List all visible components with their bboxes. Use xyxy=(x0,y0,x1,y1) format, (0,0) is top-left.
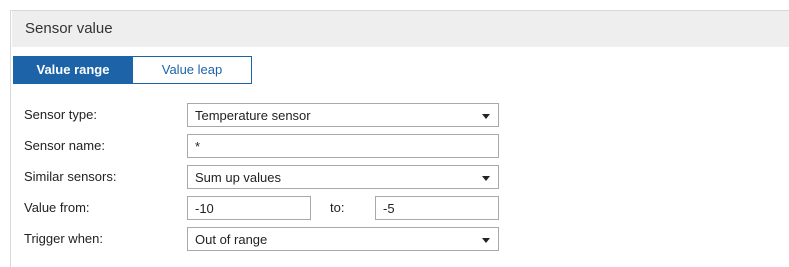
value-from-input[interactable]: -10 xyxy=(187,196,311,220)
similar-sensors-value: Sum up values xyxy=(195,170,281,185)
tab-value-range[interactable]: Value range xyxy=(13,56,133,84)
tab-value-leap[interactable]: Value leap xyxy=(132,56,252,84)
sensor-name-label: Sensor name: xyxy=(24,138,105,153)
chevron-down-icon xyxy=(482,114,490,119)
value-from-label: Value from: xyxy=(24,200,90,215)
value-to-label: to: xyxy=(330,200,345,215)
trigger-when-value: Out of range xyxy=(195,232,268,247)
value-to-value: -5 xyxy=(383,201,395,216)
chevron-down-icon xyxy=(482,176,490,181)
trigger-when-label: Trigger when: xyxy=(24,231,103,246)
sensor-name-input[interactable]: * xyxy=(187,134,499,158)
sensor-type-value: Temperature sensor xyxy=(195,108,311,123)
sensor-type-label: Sensor type: xyxy=(24,107,97,122)
similar-sensors-label: Similar sensors: xyxy=(24,169,117,184)
value-from-value: -10 xyxy=(195,201,214,216)
sensor-name-value: * xyxy=(195,139,201,154)
chevron-down-icon xyxy=(482,238,490,243)
panel-header: Sensor value xyxy=(12,11,789,47)
trigger-when-select[interactable]: Out of range xyxy=(187,227,499,251)
sensor-type-select[interactable]: Temperature sensor xyxy=(187,103,499,127)
panel-title: Sensor value xyxy=(25,20,113,37)
similar-sensors-select[interactable]: Sum up values xyxy=(187,165,499,189)
value-to-input[interactable]: -5 xyxy=(375,196,499,220)
